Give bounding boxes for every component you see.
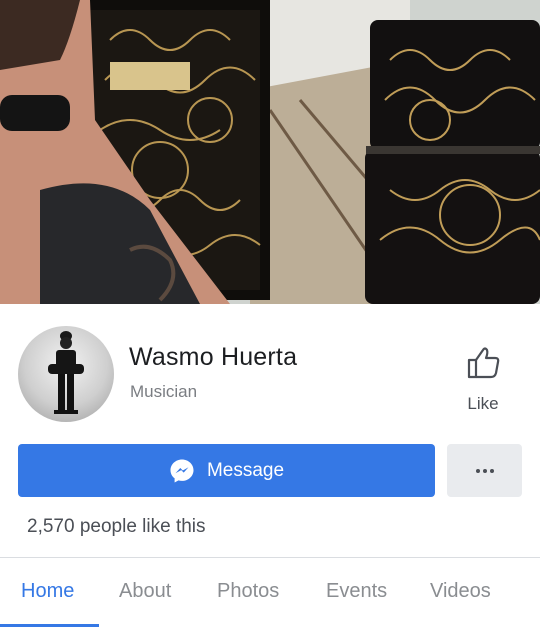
page-tabs: Home About Photos Events Videos: [0, 558, 540, 627]
avatar-illustration: [48, 331, 84, 414]
more-dots-icon: [475, 468, 494, 473]
like-button-label: Like: [467, 394, 499, 413]
tab-events[interactable]: Events: [326, 580, 387, 603]
page-header-screen: Wasmo Huerta Musician Like Message 2,570…: [0, 0, 540, 627]
profile-avatar[interactable]: [18, 326, 114, 422]
tab-photos[interactable]: Photos: [217, 580, 279, 603]
more-options-button[interactable]: [447, 444, 522, 497]
cover-photo-illustration: [0, 0, 540, 304]
tab-videos[interactable]: Videos: [430, 580, 491, 603]
page-name: Wasmo Huerta: [129, 343, 298, 371]
message-button-label: Message: [206, 459, 285, 481]
page-category[interactable]: Musician: [130, 382, 197, 402]
message-button[interactable]: Message: [18, 444, 435, 497]
like-button[interactable]: Like: [452, 344, 514, 418]
page-likes-count[interactable]: 2,570 people like this: [27, 516, 206, 538]
tab-home[interactable]: Home: [21, 580, 74, 603]
cover-photo[interactable]: [0, 0, 540, 304]
messenger-icon: [170, 459, 194, 482]
thumbs-up-icon: [467, 347, 500, 379]
tab-about[interactable]: About: [119, 580, 171, 603]
